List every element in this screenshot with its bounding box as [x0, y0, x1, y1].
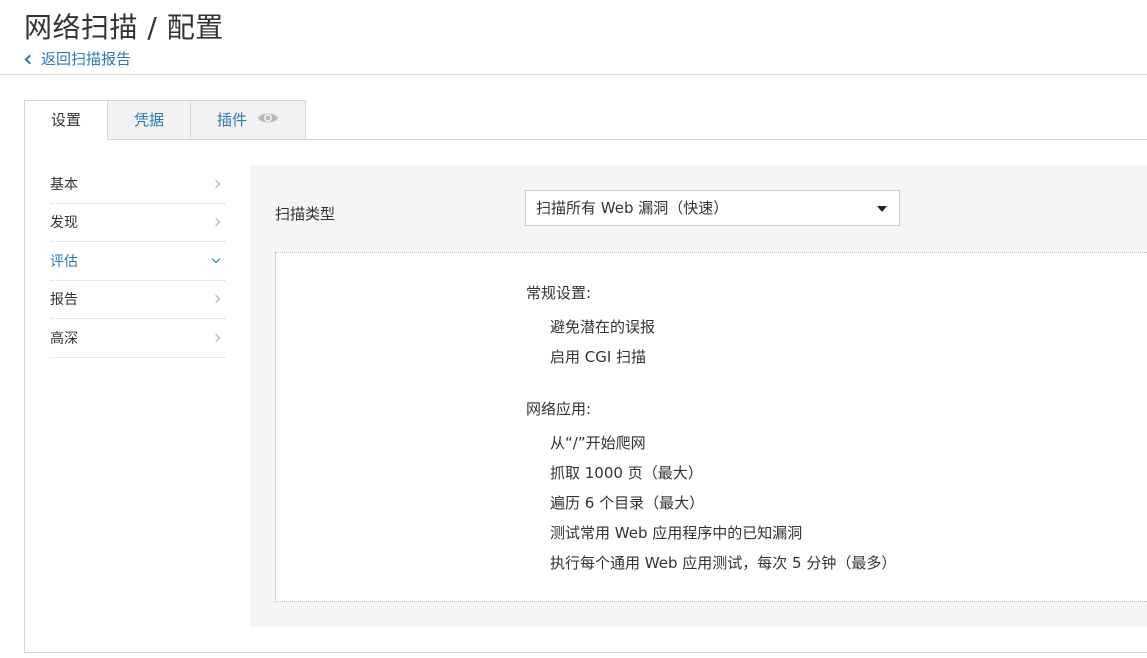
chevron-down-icon: [211, 255, 221, 264]
sidebar-item-advanced[interactable]: 高深: [50, 319, 225, 358]
sidebar-item-label: 基本: [50, 176, 78, 193]
caret-down-icon: [877, 206, 887, 212]
chevron-right-icon: [211, 179, 221, 188]
list-item: 启用 CGI 扫描: [550, 348, 647, 366]
tab-plugins-label: 插件: [217, 111, 248, 129]
sidebar-item-label: 报告: [50, 292, 78, 309]
tab-settings[interactable]: 设置: [24, 100, 109, 140]
chevron-right-icon: [211, 333, 221, 342]
scan-type-value: 扫描所有 Web 漏洞（快速）: [536, 199, 729, 217]
list-item: 测试常用 Web 应用程序中的已知漏洞: [550, 524, 803, 542]
scan-type-description: 常规设置: 避免潜在的误报 启用 CGI 扫描 网络应用: 从“/”开始爬网 抓…: [275, 252, 1147, 602]
back-link-label: 返回扫描报告: [41, 50, 132, 68]
list-item: 执行每个通用 Web 应用测试，每次 5 分钟（最多）: [550, 554, 897, 572]
chevron-left-icon: [24, 54, 35, 64]
tab-settings-label: 设置: [51, 111, 82, 129]
tab-plugins[interactable]: 插件: [191, 100, 307, 140]
settings-sidebar: 基本 发现 评估 报告 高深: [50, 165, 225, 358]
sidebar-item-report[interactable]: 报告: [50, 281, 225, 319]
tab-credentials[interactable]: 凭据: [108, 100, 192, 140]
list-item: 抓取 1000 页（最大）: [550, 464, 703, 482]
list-item: 从“/”开始爬网: [550, 434, 646, 452]
back-to-report-link[interactable]: 返回扫描报告: [24, 48, 132, 69]
assessment-content: 扫描类型 扫描所有 Web 漏洞（快速） 常规设置: 避免潜在的误报 启用 CG…: [250, 165, 1147, 627]
sidebar-item-label: 高深: [50, 330, 78, 347]
page-header: 网络扫描 / 配置 返回扫描报告: [0, 0, 1147, 75]
sidebar-item-assessment[interactable]: 评估: [50, 242, 225, 281]
sidebar-item-label: 评估: [50, 253, 78, 270]
sidebar-item-discovery[interactable]: 发现: [50, 204, 225, 242]
scan-type-label: 扫描类型: [275, 205, 336, 223]
sidebar-item-basic[interactable]: 基本: [50, 165, 225, 204]
eye-icon: [257, 101, 279, 139]
tab-bar: 设置 凭据 插件: [24, 100, 307, 140]
group-title: 常规设置:: [526, 284, 592, 302]
list-item: 避免潜在的误报: [550, 318, 656, 336]
list-item: 遍历 6 个目录（最大）: [550, 494, 705, 512]
chevron-right-icon: [211, 218, 221, 227]
scan-type-select[interactable]: 扫描所有 Web 漏洞（快速）: [525, 190, 900, 226]
sidebar-item-label: 发现: [50, 215, 78, 232]
page-title: 网络扫描 / 配置: [24, 11, 224, 44]
chevron-right-icon: [211, 295, 221, 304]
group-title: 网络应用:: [526, 400, 592, 418]
tab-credentials-label: 凭据: [134, 111, 165, 129]
